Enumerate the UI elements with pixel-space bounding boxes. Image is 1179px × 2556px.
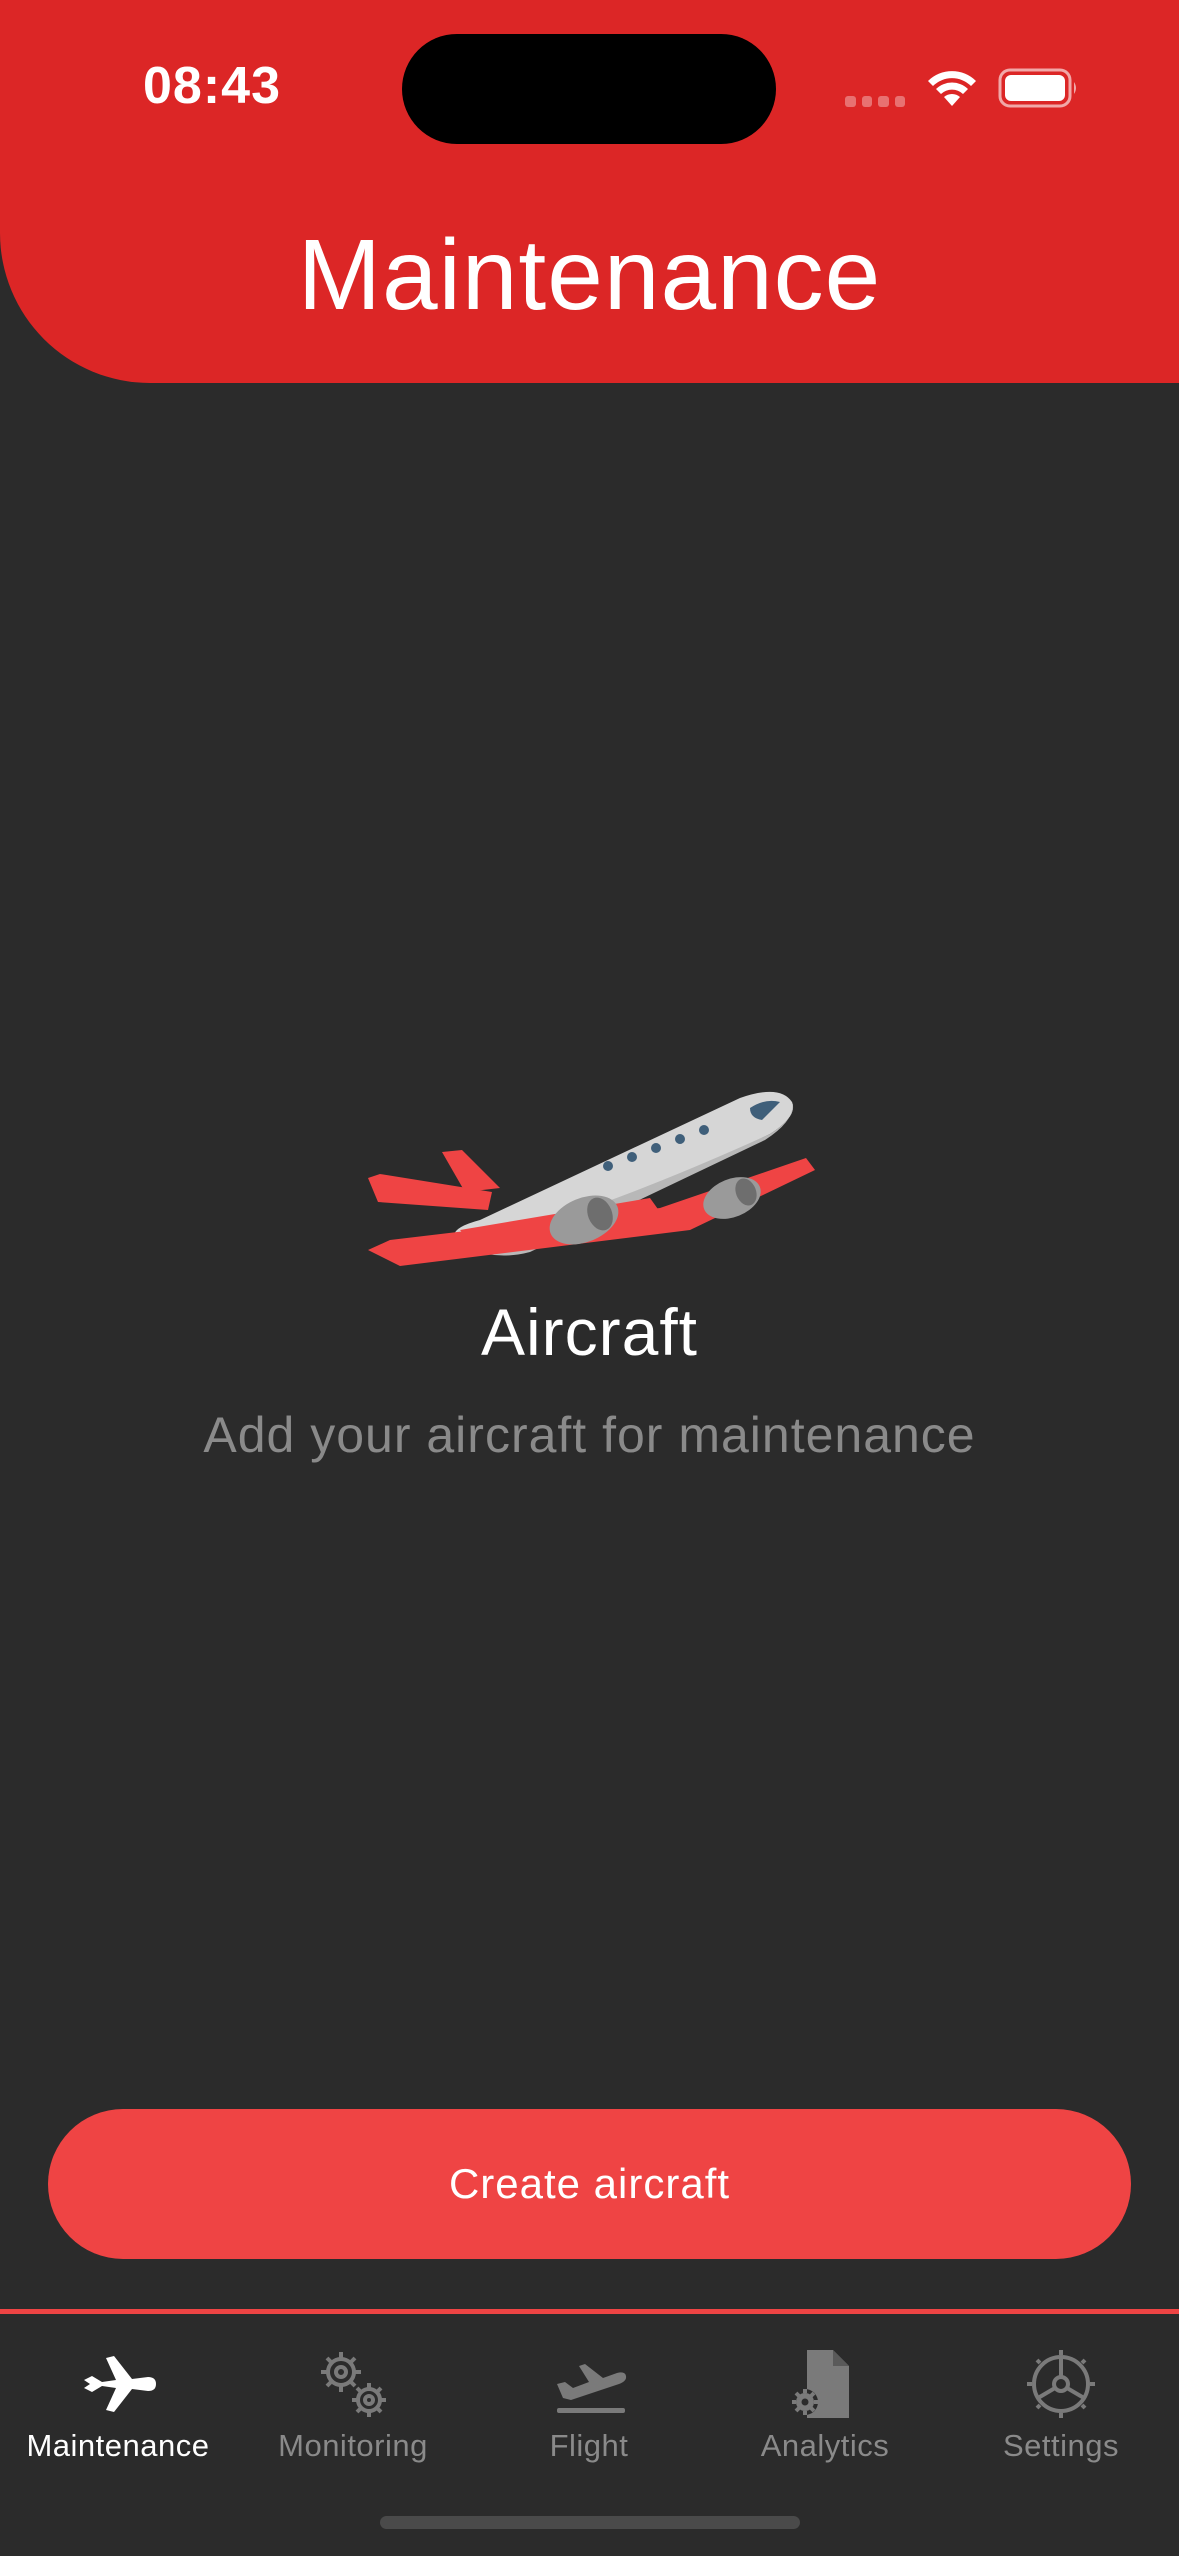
page-title: Maintenance bbox=[297, 219, 882, 331]
home-indicator bbox=[380, 2516, 800, 2529]
app-screen: 08:43 Maintenance Aircraft Add your airc… bbox=[0, 0, 1179, 2556]
airplane-icon bbox=[84, 2356, 156, 2412]
tab-label: Flight bbox=[549, 2428, 629, 2463]
document-gear-icon bbox=[792, 2350, 849, 2418]
gears-icon bbox=[321, 2352, 386, 2417]
tab-flight[interactable]: Flight bbox=[471, 2314, 707, 2464]
empty-state-subtitle: Add your aircraft for maintenance bbox=[203, 1407, 976, 1463]
tab-label: Monitoring bbox=[278, 2428, 428, 2463]
flight-departure-icon bbox=[557, 2364, 627, 2413]
settings-icon bbox=[1027, 2350, 1095, 2418]
dynamic-island bbox=[402, 34, 776, 144]
airplane-icon bbox=[368, 1091, 815, 1266]
cellular-signal-icon bbox=[845, 96, 905, 108]
tab-maintenance[interactable]: Maintenance bbox=[0, 2314, 236, 2464]
tab-settings[interactable]: Settings bbox=[943, 2314, 1179, 2464]
status-time: 08:43 bbox=[143, 57, 281, 115]
tab-analytics[interactable]: Analytics bbox=[707, 2314, 943, 2464]
empty-state-title: Aircraft bbox=[480, 1295, 699, 1369]
tab-label: Analytics bbox=[760, 2428, 890, 2463]
battery-icon bbox=[998, 68, 1076, 108]
tab-monitoring[interactable]: Monitoring bbox=[235, 2314, 471, 2464]
wifi-icon bbox=[928, 71, 976, 106]
tab-label: Settings bbox=[1002, 2428, 1119, 2463]
tab-label: Maintenance bbox=[26, 2428, 210, 2463]
create-aircraft-button[interactable]: Create aircraft bbox=[48, 2109, 1131, 2259]
